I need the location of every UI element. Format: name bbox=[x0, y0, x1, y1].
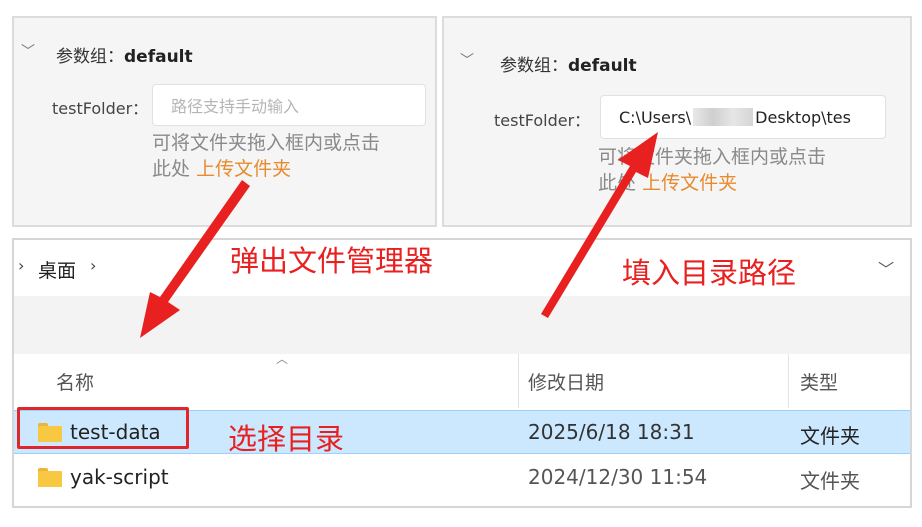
arrow-down-left-icon bbox=[140, 180, 250, 338]
arrow-up-right-icon bbox=[541, 132, 658, 318]
annotation-arrows bbox=[140, 132, 658, 338]
